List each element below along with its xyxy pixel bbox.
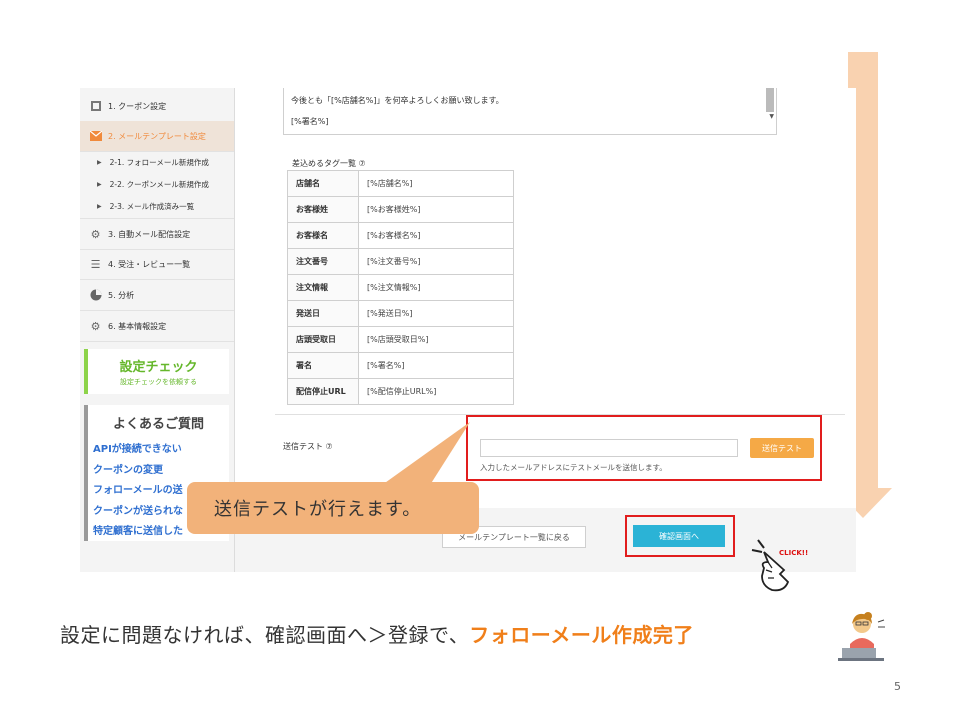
faq-link[interactable]: APIが接続できない: [93, 440, 229, 461]
sidebar-subitem-label: 2-1. フォローメール新規作成: [109, 157, 209, 167]
tag-name: お客様姓: [287, 196, 359, 223]
tag-table: 店舗名 [%店舗名%] お客様姓 [%お客様姓%] お客様名 [%お客様名%] 注文番…: [287, 170, 514, 405]
sidebar-item-label: 3. 自動メール配信設定: [108, 229, 191, 239]
tag-value: [%署名%]: [358, 352, 514, 379]
sidebar-subitem-created-list[interactable]: ▶ 2-3. メール作成済み一覧: [80, 195, 234, 217]
table-row: 注文番号 [%注文番号%]: [287, 248, 514, 275]
table-row: お客様名 [%お客様名%]: [287, 222, 514, 249]
sidebar-item-mail-template[interactable]: 2. メールテンプレート設定: [80, 121, 234, 152]
table-row: 店頭受取日 [%店頭受取日%]: [287, 326, 514, 353]
faq-link[interactable]: クーポンの変更: [93, 461, 229, 482]
tag-list-heading: 差込めるタグ一覧 ⑦: [292, 159, 366, 168]
highlight-box-send-test: [466, 415, 822, 481]
tag-name: 注文番号: [287, 248, 359, 275]
settings-check-card[interactable]: 設定チェック 設定チェックを依頼する: [84, 349, 229, 394]
table-row: 配信停止URL [%配信停止URL%]: [287, 378, 514, 405]
tag-name: 注文情報: [287, 274, 359, 301]
table-row: 店舗名 [%店舗名%]: [287, 170, 514, 197]
faq-title: よくあるご質問: [112, 417, 204, 432]
triangle-right-icon: ▶: [97, 158, 102, 166]
tag-value: [%店頭受取日%]: [358, 326, 514, 353]
tag-name: 配信停止URL: [287, 378, 359, 405]
slide-number: 5: [894, 680, 901, 693]
table-row: お客様姓 [%お客様姓%]: [287, 196, 514, 223]
tag-value: [%注文番号%]: [358, 248, 514, 275]
tag-value: [%配信停止URL%]: [358, 378, 514, 405]
pie-chart-icon: [89, 289, 102, 302]
tag-name: 発送日: [287, 300, 359, 327]
tag-name: 署名: [287, 352, 359, 379]
textarea-line: [%署名%]: [291, 117, 329, 126]
list-icon: ☰: [90, 257, 101, 271]
coupon-icon: [89, 100, 102, 113]
caption-text: 設定に問題なければ、確認画面へ＞登録で、: [60, 623, 470, 647]
callout-bubble: 送信テストが行えます。: [187, 482, 479, 534]
sidebar-item-analytics[interactable]: 5. 分析: [80, 280, 234, 311]
sidebar-item-label: 2. メールテンプレート設定: [108, 131, 206, 141]
sidebar-subitem-follow-new[interactable]: ▶ 2-1. フォローメール新規作成: [80, 151, 234, 173]
sidebar-subitem-label: 2-3. メール作成済み一覧: [109, 201, 195, 211]
pointing-hand-icon: CLICK!!: [751, 539, 808, 592]
sidebar-item-label: 4. 受注・レビュー一覧: [108, 259, 191, 269]
sidebar-item-coupon[interactable]: 1. クーポン設定: [80, 91, 234, 122]
gears-icon: ⚙: [90, 227, 101, 241]
tag-value: [%お客様姓%]: [358, 196, 514, 223]
tag-value: [%注文情報%]: [358, 274, 514, 301]
sidebar-item-label: 6. 基本情報設定: [108, 321, 167, 331]
tag-name: お客様名: [287, 222, 359, 249]
caption-highlight: フォローメール作成完了: [469, 623, 694, 647]
sidebar-subitem-coupon-new[interactable]: ▶ 2-2. クーポンメール新規作成: [80, 173, 234, 195]
tag-name: 店頭受取日: [287, 326, 359, 353]
send-test-label: 送信テスト ⑦: [283, 442, 333, 451]
table-row: 署名 [%署名%]: [287, 352, 514, 379]
sidebar-subitem-label: 2-2. クーポンメール新規作成: [109, 179, 209, 189]
textarea-line: 今後とも「[%店舗名%]」を何卒よろしくお願い致します。: [291, 96, 504, 105]
mail-icon: [89, 130, 102, 143]
table-row: 発送日 [%発送日%]: [287, 300, 514, 327]
triangle-right-icon: ▶: [97, 202, 102, 210]
mail-body-textarea[interactable]: 今後とも「[%店舗名%]」を何卒よろしくお願い致します。 [%署名%] ▼: [283, 88, 777, 135]
triangle-right-icon: ▶: [97, 180, 102, 188]
tag-value: [%発送日%]: [358, 300, 514, 327]
settings-check-subtitle: 設定チェックを依頼する: [120, 378, 197, 386]
gear-icon: ⚙: [90, 319, 101, 333]
character-illustration: [838, 612, 885, 661]
table-row: 注文情報 [%注文情報%]: [287, 274, 514, 301]
sidebar-item-basic-settings[interactable]: ⚙ 6. 基本情報設定: [80, 311, 234, 342]
textarea-scrollbar[interactable]: [766, 88, 774, 112]
click-label: CLICK!!: [779, 549, 808, 557]
scroll-down-icon[interactable]: ▼: [769, 113, 774, 120]
tag-value: [%店舗名%]: [358, 170, 514, 197]
sidebar-item-auto-mail[interactable]: ⚙ 3. 自動メール配信設定: [80, 218, 234, 250]
sidebar-item-orders-reviews[interactable]: ☰ 4. 受注・レビュー一覧: [80, 249, 234, 280]
tag-value: [%お客様名%]: [358, 222, 514, 249]
slide-caption: 設定に問題なければ、確認画面へ＞登録で、フォローメール作成完了: [60, 619, 694, 648]
tag-name: 店舗名: [287, 170, 359, 197]
sidebar-item-label: 5. 分析: [108, 290, 135, 300]
settings-check-title: 設定チェック: [119, 360, 198, 375]
highlight-box-confirm: [625, 515, 735, 557]
sidebar-item-label: 1. クーポン設定: [108, 101, 167, 111]
